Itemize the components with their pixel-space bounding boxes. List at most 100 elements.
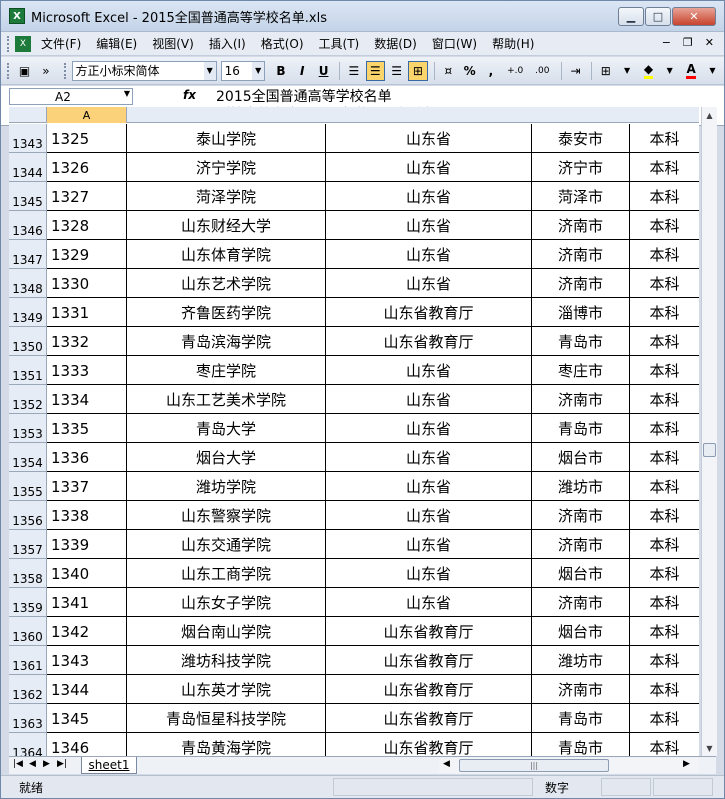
grip-handle[interactable] xyxy=(7,35,11,52)
save-icon[interactable]: ▣ xyxy=(15,61,34,81)
cell-level[interactable]: 本科 xyxy=(630,617,699,646)
menu-tools[interactable]: 工具(T) xyxy=(319,35,360,52)
chevron-down-icon[interactable]: ▼ xyxy=(703,61,722,81)
cell-school-name[interactable]: 烟台南山学院 xyxy=(127,617,326,646)
vertical-scrollbar[interactable]: ▲ ▼ xyxy=(701,107,717,756)
borders-icon[interactable]: ⊞ xyxy=(596,61,615,81)
sheet-tab[interactable]: sheet1 xyxy=(81,757,137,774)
cell-id[interactable]: 1331 xyxy=(47,298,127,327)
underline-button[interactable]: U xyxy=(314,61,333,81)
cell-level[interactable]: 本科 xyxy=(630,124,699,153)
row-header[interactable]: 1343 xyxy=(9,124,47,153)
cell-level[interactable]: 本科 xyxy=(630,704,699,733)
cell-department[interactable]: 山东省教育厅 xyxy=(326,704,532,733)
toolbar-grip[interactable] xyxy=(7,62,11,79)
currency-icon[interactable]: ¤ xyxy=(439,61,458,81)
cell-city[interactable]: 烟台市 xyxy=(532,559,630,588)
row-header[interactable]: 1359 xyxy=(9,588,47,617)
cell-department[interactable]: 山东省 xyxy=(326,124,532,153)
workbook-icon[interactable]: X xyxy=(15,35,31,52)
scroll-up-icon[interactable]: ▲ xyxy=(702,107,717,123)
row-header[interactable]: 1347 xyxy=(9,240,47,269)
cell-level[interactable]: 本科 xyxy=(630,414,699,443)
menu-insert[interactable]: 插入(I) xyxy=(209,35,246,52)
row-header[interactable]: 1344 xyxy=(9,153,47,182)
cell-department[interactable]: 山东省教育厅 xyxy=(326,327,532,356)
decrease-decimal-button[interactable]: .00 xyxy=(530,61,555,81)
horizontal-scroll-thumb[interactable]: ||| xyxy=(459,759,609,772)
row-header[interactable]: 1349 xyxy=(9,298,47,327)
cell-level[interactable]: 本科 xyxy=(630,385,699,414)
merge-center-icon[interactable]: ⊞ xyxy=(408,60,428,81)
align-center-icon[interactable]: ☰ xyxy=(365,60,385,81)
cell-city[interactable]: 济南市 xyxy=(532,269,630,298)
cell-department[interactable]: 山东省 xyxy=(326,501,532,530)
menu-file[interactable]: 文件(F) xyxy=(41,35,81,52)
row-header[interactable]: 1350 xyxy=(9,327,47,356)
cell-id[interactable]: 1334 xyxy=(47,385,127,414)
row-header[interactable]: 1355 xyxy=(9,472,47,501)
cell-school-name[interactable]: 青岛恒星科技学院 xyxy=(127,704,326,733)
chevron-down-icon[interactable]: ▼ xyxy=(617,61,636,81)
cell-school-name[interactable]: 山东艺术学院 xyxy=(127,269,326,298)
percent-button[interactable]: % xyxy=(460,61,479,81)
row-header[interactable]: 1351 xyxy=(9,356,47,385)
toolbar-grip-2[interactable] xyxy=(63,62,68,79)
row-header[interactable]: 1354 xyxy=(9,443,47,472)
cell-id[interactable]: 1339 xyxy=(47,530,127,559)
scroll-down-icon[interactable]: ▼ xyxy=(702,740,717,756)
cell-city[interactable]: 济南市 xyxy=(532,588,630,617)
toolbar-options-icon[interactable]: » xyxy=(36,61,55,81)
menu-window[interactable]: 窗口(W) xyxy=(432,35,477,52)
italic-button[interactable]: I xyxy=(293,61,312,81)
row-header[interactable]: 1353 xyxy=(9,414,47,443)
prev-sheet-icon[interactable]: ◀ xyxy=(29,759,36,769)
align-left-icon[interactable]: ☰ xyxy=(344,61,363,81)
cell-level[interactable]: 本科 xyxy=(630,559,699,588)
horizontal-scrollbar[interactable]: ◀ ||| ▶ xyxy=(439,758,699,773)
cell-department[interactable]: 山东省 xyxy=(326,588,532,617)
font-color-icon[interactable]: A xyxy=(681,61,700,81)
cell-city[interactable]: 青岛市 xyxy=(532,704,630,733)
cell-id[interactable]: 1336 xyxy=(47,443,127,472)
cell-department[interactable]: 山东省 xyxy=(326,443,532,472)
cell-level[interactable]: 本科 xyxy=(630,240,699,269)
cell-department[interactable]: 山东省 xyxy=(326,153,532,182)
maximize-button[interactable]: □ xyxy=(645,7,671,26)
vertical-scroll-thumb[interactable] xyxy=(703,443,716,457)
cell-city[interactable]: 烟台市 xyxy=(532,617,630,646)
cell-id[interactable]: 1327 xyxy=(47,182,127,211)
row-header[interactable]: 1345 xyxy=(9,182,47,211)
cell-level[interactable]: 本科 xyxy=(630,675,699,704)
row-header[interactable]: 1352 xyxy=(9,385,47,414)
name-box[interactable]: A2 ▼ xyxy=(9,88,133,105)
cell-city[interactable]: 青岛市 xyxy=(532,327,630,356)
cell-level[interactable]: 本科 xyxy=(630,298,699,327)
cell-level[interactable]: 本科 xyxy=(630,182,699,211)
cell-school-name[interactable]: 泰山学院 xyxy=(127,124,326,153)
row-header[interactable]: 1360 xyxy=(9,617,47,646)
cell-level[interactable]: 本科 xyxy=(630,356,699,385)
row-header[interactable]: 1361 xyxy=(9,646,47,675)
cell-city[interactable]: 济南市 xyxy=(532,211,630,240)
row-header[interactable]: 1364 xyxy=(9,733,47,756)
cell-department[interactable]: 山东省 xyxy=(326,269,532,298)
cell-city[interactable]: 潍坊市 xyxy=(532,472,630,501)
row-header[interactable]: 1362 xyxy=(9,675,47,704)
bold-button[interactable]: B xyxy=(271,61,290,81)
cell-city[interactable]: 济南市 xyxy=(532,530,630,559)
cell-id[interactable]: 1342 xyxy=(47,617,127,646)
cell-id[interactable]: 1330 xyxy=(47,269,127,298)
cell-level[interactable]: 本科 xyxy=(630,733,699,756)
spreadsheet-grid[interactable]: 1343 1325 泰山学院 山东省 泰安市 本科 1344 1326 济宁学院 山东省 济宁市 本科… xyxy=(9,124,699,756)
cell-id[interactable]: 1335 xyxy=(47,414,127,443)
cell-department[interactable]: 山东省 xyxy=(326,240,532,269)
cell-school-name[interactable]: 青岛滨海学院 xyxy=(127,327,326,356)
cell-school-name[interactable]: 菏泽学院 xyxy=(127,182,326,211)
cell-id[interactable]: 1325 xyxy=(47,124,127,153)
cell-school-name[interactable]: 山东工商学院 xyxy=(127,559,326,588)
menu-data[interactable]: 数据(D) xyxy=(374,35,417,52)
cell-id[interactable]: 1343 xyxy=(47,646,127,675)
cell-school-name[interactable]: 烟台大学 xyxy=(127,443,326,472)
cell-school-name[interactable]: 齐鲁医药学院 xyxy=(127,298,326,327)
